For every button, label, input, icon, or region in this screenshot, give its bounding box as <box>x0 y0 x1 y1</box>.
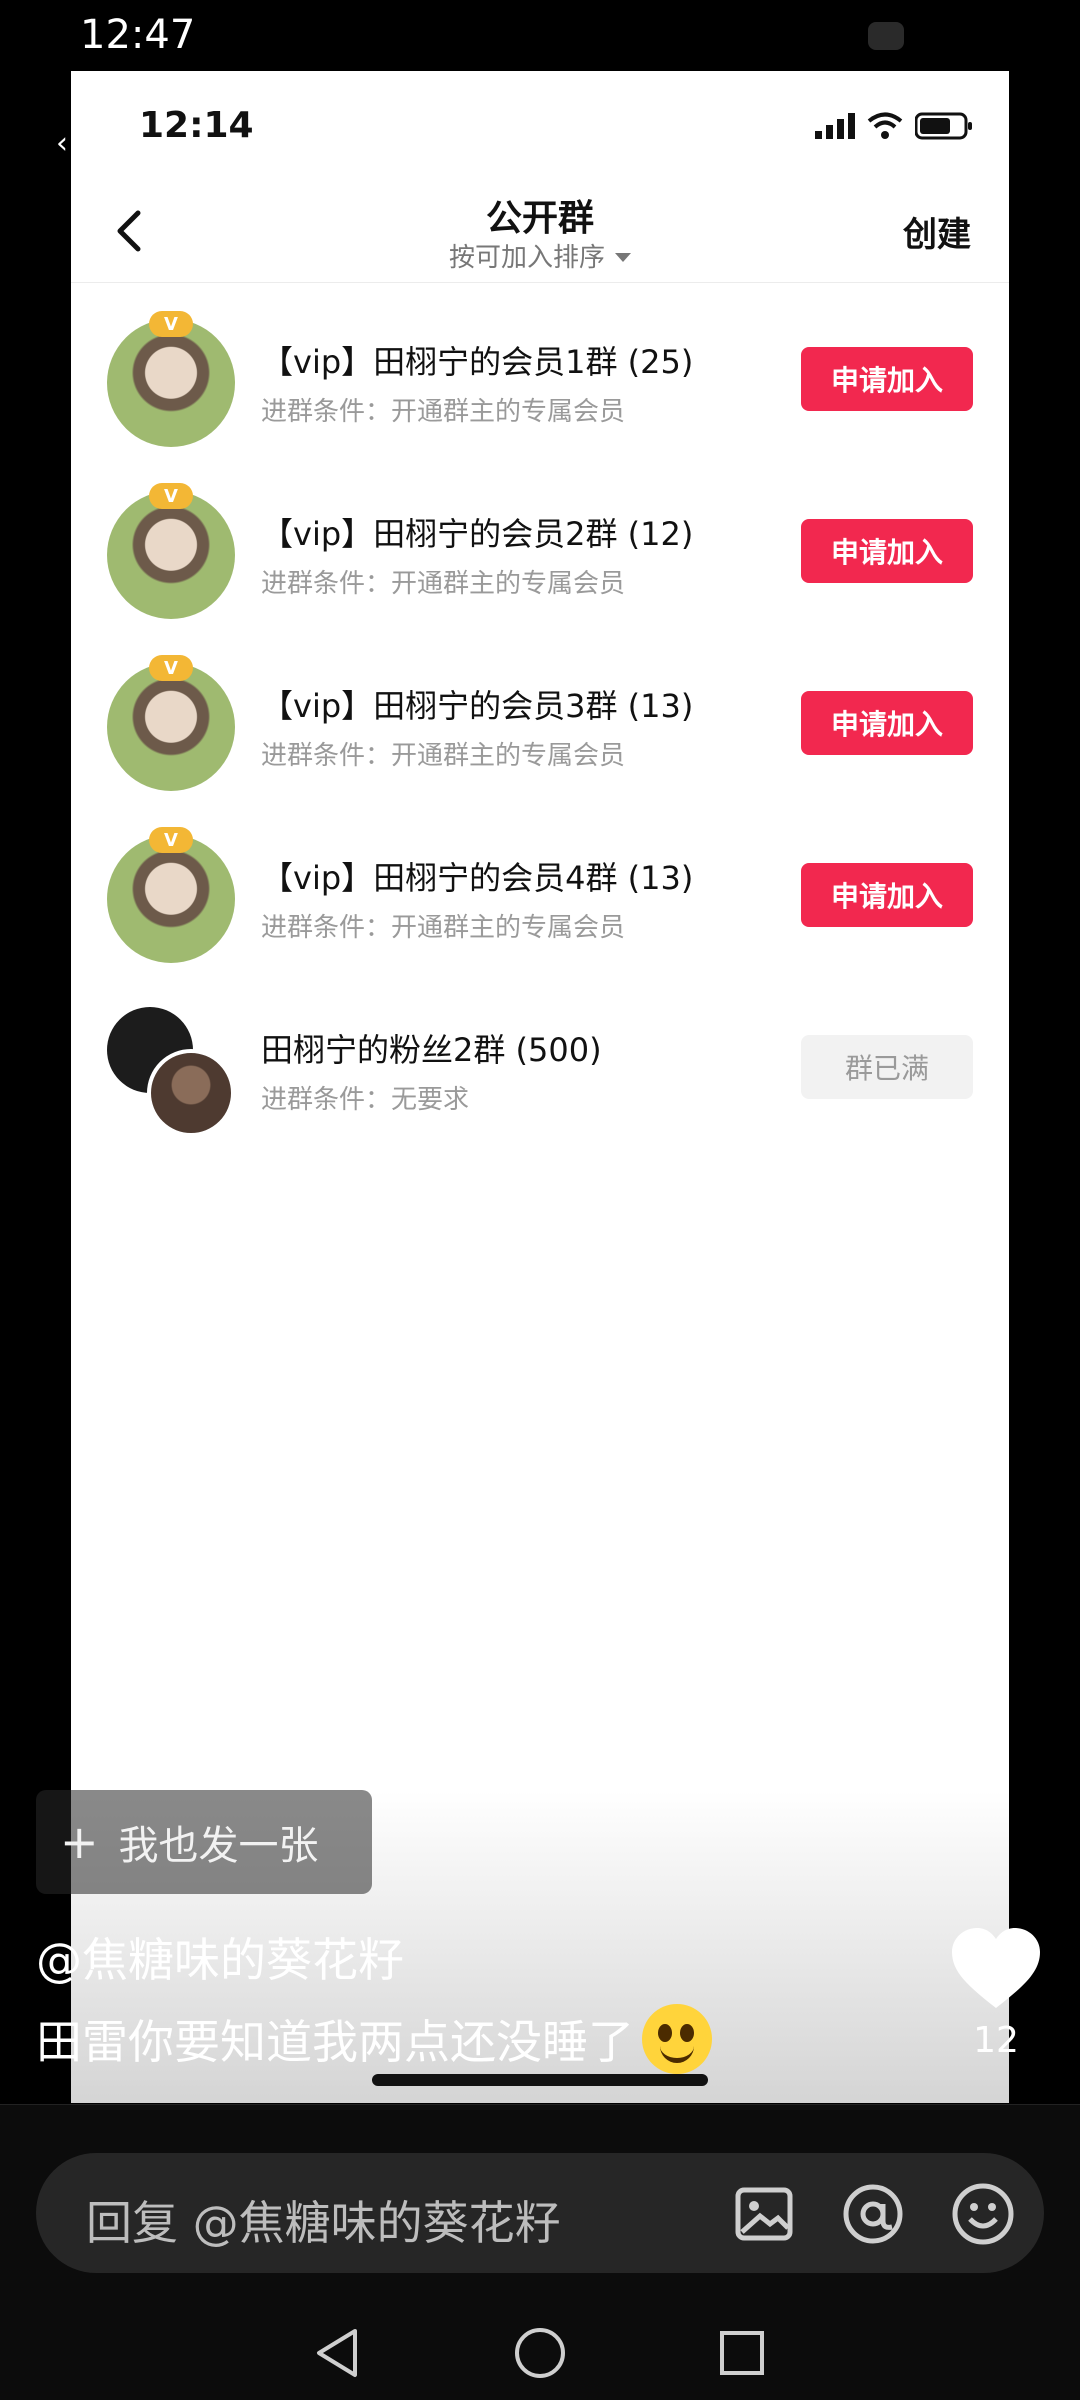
group-avatar: V <box>107 311 235 447</box>
group-avatar: V <box>107 827 235 963</box>
nav-back-icon[interactable] <box>313 2327 363 2379</box>
comment-body: 田雷你要知道我两点还没睡了 <box>36 2015 634 2069</box>
group-avatar: V <box>107 483 235 619</box>
image-icon[interactable] <box>732 2182 796 2246</box>
group-row[interactable]: V 【vip】田栩宁的会员2群 (12) 进群条件：开通群主的专属会员 申请加入 <box>71 455 1009 627</box>
group-full-button: 群已满 <box>801 1035 973 1099</box>
vip-badge-icon: V <box>149 655 193 681</box>
apply-join-button[interactable]: 申请加入 <box>801 863 973 927</box>
top-navigation: 公开群 按可加入排序 创建 <box>71 181 1009 283</box>
comment-text: 田雷你要知道我两点还没睡了 <box>36 2004 712 2074</box>
emoji-icon[interactable] <box>950 2181 1016 2247</box>
group-title: 田栩宁的粉丝2群 (500) <box>261 1031 602 1069</box>
post-too-label: 我也发一张 <box>118 1823 319 1869</box>
signal-icon <box>815 113 855 139</box>
group-title: 【vip】田栩宁的会员3群 (13) <box>261 687 694 725</box>
wifi-icon <box>867 112 903 139</box>
nav-home-icon[interactable] <box>513 2326 567 2380</box>
outer-status-bar: 12:47 <box>0 0 1080 72</box>
reply-placeholder: 回复 @焦糖味的葵花籽 <box>86 2196 561 2250</box>
home-indicator <box>372 2074 708 2086</box>
inner-status-icons <box>815 111 973 141</box>
group-title: 【vip】田栩宁的会员2群 (12) <box>261 515 694 553</box>
vip-badge-icon: V <box>149 827 193 853</box>
page-title: 公开群 <box>485 198 594 239</box>
outer-status-time: 12:47 <box>80 12 196 58</box>
edge-back-icon[interactable]: ‹ <box>56 126 68 161</box>
group-avatar <box>147 1049 235 1137</box>
sort-selector[interactable]: 按可加入排序 <box>71 237 1009 274</box>
inner-status-bar: 12:14 <box>71 71 1009 181</box>
camera-indicator-icon <box>868 22 904 50</box>
like-count: 12 <box>973 2020 1019 2061</box>
battery-icon <box>915 112 972 140</box>
group-avatar: V <box>107 655 235 791</box>
inner-status-time: 12:14 <box>139 105 254 146</box>
group-title: 【vip】田栩宁的会员4群 (13) <box>261 859 694 897</box>
group-condition: 进群条件：开通群主的专属会员 <box>261 913 626 943</box>
heart-like-icon[interactable] <box>948 1924 1044 2014</box>
vip-badge-icon: V <box>149 483 193 509</box>
apply-join-button[interactable]: 申请加入 <box>801 347 973 411</box>
group-title: 【vip】田栩宁的会员1群 (25) <box>261 343 694 381</box>
reply-input[interactable]: 回复 @焦糖味的葵花籽 <box>36 2153 1044 2273</box>
group-row[interactable]: V 【vip】田栩宁的会员3群 (13) 进群条件：开通群主的专属会员 申请加入 <box>71 627 1009 799</box>
group-row[interactable]: V 【vip】田栩宁的会员1群 (25) 进群条件：开通群主的专属会员 申请加入 <box>71 283 1009 455</box>
post-too-button[interactable]: + 我也发一张 <box>36 1790 372 1894</box>
apply-join-button[interactable]: 申请加入 <box>801 691 973 755</box>
group-list: V 【vip】田栩宁的会员1群 (25) 进群条件：开通群主的专属会员 申请加入… <box>71 283 1009 1143</box>
group-condition: 进群条件：开通群主的专属会员 <box>261 397 626 427</box>
group-row[interactable]: V 【vip】田栩宁的会员4群 (13) 进群条件：开通群主的专属会员 申请加入 <box>71 799 1009 971</box>
group-avatar-stack <box>107 1007 235 1137</box>
group-condition: 进群条件：开通群主的专属会员 <box>261 569 626 599</box>
nav-recents-icon[interactable] <box>717 2328 767 2378</box>
vip-badge-icon: V <box>149 311 193 337</box>
system-navigation <box>0 2305 1080 2400</box>
group-condition: 进群条件：开通群主的专属会员 <box>261 741 626 771</box>
sort-label: 按可加入排序 <box>448 243 605 273</box>
apply-join-button[interactable]: 申请加入 <box>801 519 973 583</box>
smiley-emoji-icon <box>642 2004 712 2074</box>
create-button[interactable]: 创建 <box>903 207 971 256</box>
comment-mention[interactable]: @焦糖味的葵花籽 <box>36 1924 404 1990</box>
group-row[interactable]: 田栩宁的粉丝2群 (500) 进群条件：无要求 群已满 <box>71 971 1009 1143</box>
group-condition: 进群条件：无要求 <box>261 1085 470 1115</box>
at-mention-icon[interactable] <box>840 2181 906 2247</box>
caret-down-icon <box>615 252 631 262</box>
reply-bar: 回复 @焦糖味的葵花籽 <box>0 2104 1080 2400</box>
reply-actions <box>732 2181 1016 2247</box>
plus-icon: + <box>60 1815 99 1869</box>
